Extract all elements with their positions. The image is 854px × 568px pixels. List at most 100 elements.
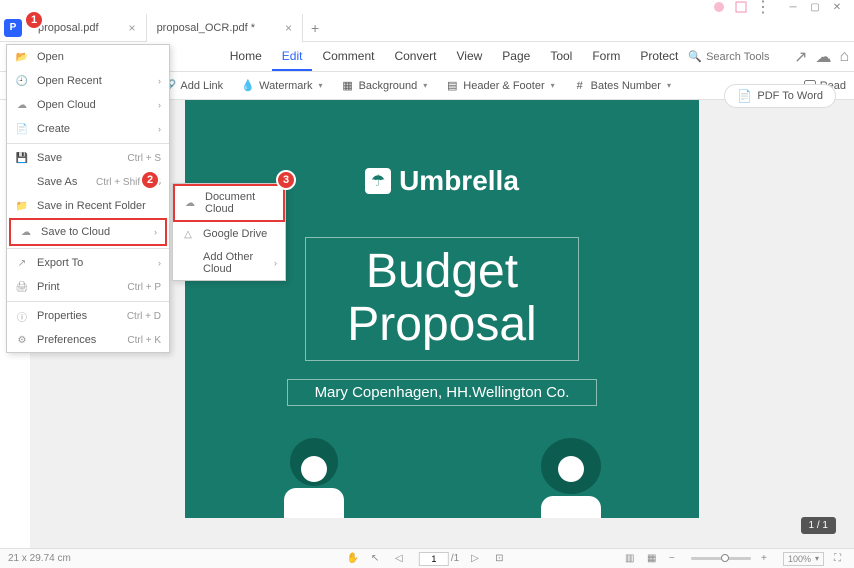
chevron-right-icon: ›: [154, 227, 157, 237]
separator: [7, 143, 169, 144]
share-icon[interactable]: [734, 0, 748, 14]
chevron-right-icon: ›: [158, 100, 161, 110]
print-icon: 🖨: [15, 280, 29, 294]
search-input[interactable]: [706, 51, 786, 63]
next-page-icon[interactable]: ▷: [471, 553, 483, 565]
zoom-in-icon[interactable]: +: [761, 553, 773, 565]
author-box: Mary Copenhagen, HH.Wellington Co.: [287, 379, 597, 406]
header-footer-icon: ▤: [445, 79, 459, 93]
submenu-add-other-cloud[interactable]: Add Other Cloud›: [173, 246, 285, 280]
file-menu: 📂Open 🕘Open Recent› ☁Open Cloud› 📄Create…: [6, 44, 170, 353]
menu-open-recent[interactable]: 🕘Open Recent›: [7, 69, 169, 93]
kebab-icon[interactable]: ⋮: [756, 0, 770, 14]
zoom-level[interactable]: 100%▾: [783, 552, 824, 566]
menu-save[interactable]: 💾SaveCtrl + S: [7, 146, 169, 170]
ribbon-add-link[interactable]: 🔗Add Link: [162, 79, 223, 93]
tab-protect[interactable]: Protect: [630, 43, 688, 71]
maximize-button[interactable]: ▢: [804, 0, 826, 14]
ribbon-watermark[interactable]: 💧Watermark▾: [241, 79, 322, 93]
menu-save-recent-folder[interactable]: 📁Save in Recent Folder: [7, 194, 169, 218]
menu-save-to-cloud[interactable]: ☁Save to Cloud›: [9, 218, 167, 246]
tab-label: proposal.pdf: [38, 22, 99, 34]
search-icon: 🔍: [688, 50, 702, 63]
tab-edit[interactable]: Edit: [272, 43, 313, 71]
logo-text: Umbrella: [399, 165, 519, 197]
menu-create[interactable]: 📄Create›: [7, 117, 169, 141]
cloud-icon[interactable]: ☁: [815, 49, 831, 65]
chevron-down-icon: ▾: [815, 554, 819, 563]
menu-properties[interactable]: ⓘPropertiesCtrl + D: [7, 304, 169, 328]
new-tab-button[interactable]: +: [303, 20, 327, 36]
search-tools[interactable]: 🔍: [688, 50, 786, 63]
menu-open[interactable]: 📂Open: [7, 45, 169, 69]
page-input-group: /1: [419, 552, 459, 566]
bates-icon: #: [573, 79, 587, 93]
cloud-icon: ☁: [15, 98, 29, 112]
user-icon[interactable]: [712, 0, 726, 14]
tab-form[interactable]: Form: [582, 43, 630, 71]
tab-comment[interactable]: Comment: [312, 43, 384, 71]
chevron-right-icon: ›: [158, 124, 161, 134]
title-line1: Budget: [306, 246, 578, 299]
zoom-slider[interactable]: [691, 557, 751, 560]
submenu-document-cloud[interactable]: ☁Document Cloud: [173, 184, 285, 222]
document-tabs: P proposal.pdf × proposal_OCR.pdf * × +: [0, 14, 854, 42]
page-input[interactable]: [419, 552, 449, 566]
prev-page-icon[interactable]: ◁: [395, 553, 407, 565]
tab-convert[interactable]: Convert: [384, 43, 446, 71]
chevron-down-icon: ▾: [667, 81, 671, 90]
info-icon: ⓘ: [15, 309, 29, 323]
callout-1: 1: [24, 10, 44, 30]
chevron-down-icon: ▾: [423, 81, 427, 90]
close-icon[interactable]: ×: [285, 21, 292, 35]
pdf-to-word-button[interactable]: 📄 PDF To Word: [724, 84, 836, 108]
fullscreen-icon[interactable]: ⛶: [834, 553, 846, 565]
zoom-thumb[interactable]: [721, 554, 729, 562]
tab-tool[interactable]: Tool: [540, 43, 582, 71]
page-canvas: ☂ Umbrella Budget Proposal Mary Copenhag…: [185, 100, 699, 518]
layout-icon[interactable]: ▦: [647, 553, 659, 565]
ribbon-header-footer[interactable]: ▤Header & Footer▾: [445, 79, 554, 93]
menu-preferences[interactable]: ⚙PreferencesCtrl + K: [7, 328, 169, 352]
folder-icon: 📂: [15, 50, 29, 64]
menu-open-cloud[interactable]: ☁Open Cloud›: [7, 93, 169, 117]
external-icon[interactable]: ↗: [794, 49, 807, 65]
tab-home[interactable]: Home: [220, 43, 272, 71]
chevron-right-icon: ›: [158, 76, 161, 86]
tab-label: proposal_OCR.pdf *: [157, 22, 255, 34]
ribbon-background[interactable]: ▦Background▾: [341, 79, 428, 93]
hand-icon[interactable]: ✋: [347, 553, 359, 565]
submenu-google-drive[interactable]: △Google Drive: [173, 222, 285, 246]
title-line2: Proposal: [306, 299, 578, 352]
drive-icon: △: [181, 227, 195, 241]
save-to-cloud-submenu: ☁Document Cloud △Google Drive Add Other …: [172, 183, 286, 281]
chevron-down-icon: ▾: [319, 81, 323, 90]
tab-proposal[interactable]: proposal.pdf ×: [28, 14, 147, 42]
page-dimensions: 21 x 29.74 cm: [8, 553, 71, 564]
fit-icon[interactable]: ⊡: [495, 553, 507, 565]
zoom-out-icon[interactable]: −: [669, 553, 681, 565]
chevron-right-icon: ›: [274, 258, 277, 268]
separator: [7, 301, 169, 302]
file-icon: 📄: [15, 122, 29, 136]
cursor-icon[interactable]: ↖: [371, 553, 383, 565]
home-icon[interactable]: ⌂: [839, 49, 849, 65]
ribbon-bates-number[interactable]: #Bates Number▾: [573, 79, 671, 93]
close-button[interactable]: ✕: [826, 0, 848, 14]
tab-page[interactable]: Page: [492, 43, 540, 71]
close-icon[interactable]: ×: [129, 21, 136, 35]
tab-view[interactable]: View: [447, 43, 493, 71]
callout-2: 2: [140, 170, 160, 190]
title-box: Budget Proposal: [305, 237, 579, 361]
menu-print[interactable]: 🖨PrintCtrl + P: [7, 275, 169, 299]
statusbar: 21 x 29.74 cm ✋ ↖ ◁ /1 ▷ ⊡ ▥ ▦ − + 100%▾…: [0, 548, 854, 568]
menu-export-to[interactable]: ↗Export To›: [7, 251, 169, 275]
tab-proposal-ocr[interactable]: proposal_OCR.pdf * ×: [147, 14, 303, 42]
view-mode-icon[interactable]: ▥: [625, 553, 637, 565]
illustration: [185, 428, 699, 518]
umbrella-icon: ☂: [365, 168, 391, 194]
chevron-right-icon: ›: [158, 258, 161, 268]
clock-icon: 🕘: [15, 74, 29, 88]
minimize-button[interactable]: ─: [782, 0, 804, 14]
cloud-up-icon: ☁: [19, 225, 33, 239]
